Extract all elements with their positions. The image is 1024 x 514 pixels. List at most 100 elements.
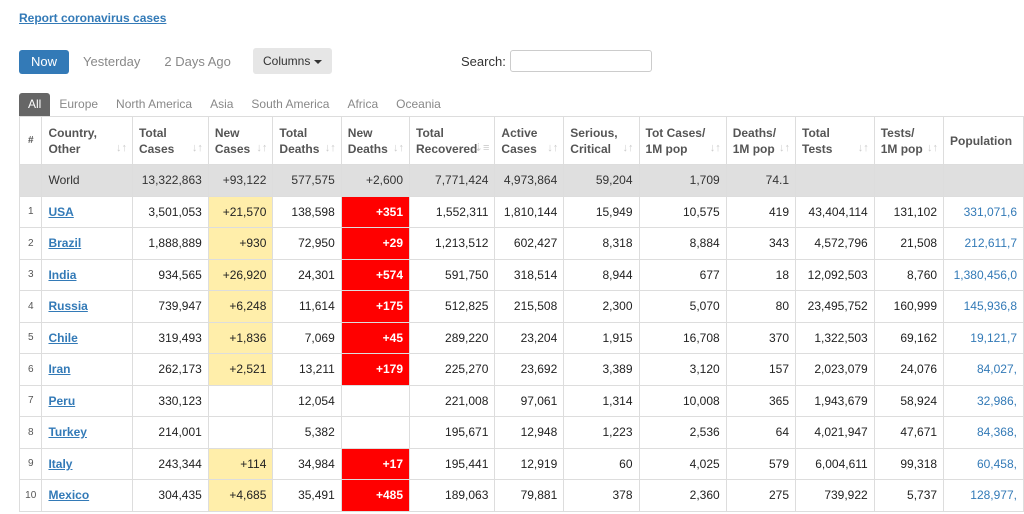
cell-population: 128,977, xyxy=(943,479,1024,512)
cell-total-tests: 4,021,947 xyxy=(795,416,875,449)
caret-down-icon xyxy=(314,59,323,64)
header-label: Cases xyxy=(138,141,175,156)
header-label: New xyxy=(214,125,240,140)
header-label: Critical xyxy=(570,141,611,156)
day-tabs: Now Yesterday 2 Days Ago xyxy=(19,50,243,74)
table-row: 2 Brazil 1,888,889 +930 72,950 +29 1,213,512 60… xyxy=(18,227,1024,260)
sort-icon[interactable]: ↓↑ xyxy=(547,140,558,156)
sort-icon[interactable]: ↓↑ xyxy=(927,140,938,156)
sort-icon[interactable]: ↓↑ xyxy=(116,140,127,156)
cell-total-recovered: 221,008 xyxy=(408,384,496,417)
tab-yesterday[interactable]: Yesterday xyxy=(71,50,152,74)
country-link[interactable]: Italy xyxy=(48,457,72,471)
sort-icon[interactable]: ↓↑ xyxy=(623,140,634,156)
header-total-cases[interactable]: Total Cases ↓↑ xyxy=(131,116,209,165)
cell-total-tests: 6,004,611 xyxy=(795,447,875,480)
cell-total-tests xyxy=(795,164,875,197)
cell-deaths-per-million: 419 xyxy=(725,195,797,228)
sort-icon[interactable]: ↓↑ xyxy=(858,140,869,156)
header-serious-critical[interactable]: Serious, Critical ↓↑ xyxy=(563,116,640,165)
header-label: Deaths xyxy=(347,141,388,156)
cell-tests-per-million: 47,671 xyxy=(873,416,945,449)
cell-deaths-per-million: 343 xyxy=(725,227,797,260)
header-population[interactable]: Population xyxy=(943,116,1024,165)
cell-rank: 10 xyxy=(18,479,43,512)
header-total-recovered[interactable]: Total Recovered ⇣≡ xyxy=(408,116,496,165)
covid-table: # Country, Other ↓↑ Total Cases ↓↑ New Cases ↓↑ To… xyxy=(18,116,1024,512)
table-row: 6 Iran 262,173 +2,521 13,211 +179 225,270 23,69… xyxy=(18,353,1024,386)
cell-tests-per-million: 5,737 xyxy=(873,479,945,512)
tab-south-america[interactable]: South America xyxy=(242,93,338,116)
cell-new-cases: +4,685 xyxy=(207,479,274,512)
cell-total-cases: 330,123 xyxy=(131,384,209,417)
cell-deaths-per-million: 80 xyxy=(725,290,797,323)
cell-total-cases: 1,888,889 xyxy=(131,227,209,260)
cell-total-tests: 739,922 xyxy=(795,479,875,512)
header-tests-per-million[interactable]: Tests/1M pop ↓↑ xyxy=(873,116,945,165)
cell-total-tests: 4,572,796 xyxy=(795,227,875,260)
header-new-deaths[interactable]: New Deaths ↓↑ xyxy=(340,116,411,165)
header-deaths-per-million[interactable]: Deaths/1M pop ↓↑ xyxy=(725,116,797,165)
header-label: 1M pop xyxy=(880,141,923,156)
cell-new-deaths: +179 xyxy=(340,353,411,386)
tab-africa[interactable]: Africa xyxy=(338,93,387,116)
cell-serious-critical: 59,204 xyxy=(563,164,640,197)
country-link[interactable]: Russia xyxy=(48,299,87,313)
header-rank[interactable]: # xyxy=(18,116,43,165)
country-link[interactable]: Turkey xyxy=(48,425,86,439)
country-link[interactable]: India xyxy=(48,268,76,282)
cell-total-recovered: 1,552,311 xyxy=(408,195,496,228)
cell-total-tests: 43,404,114 xyxy=(795,195,875,228)
header-label: Country, xyxy=(48,125,97,140)
tab-asia[interactable]: Asia xyxy=(201,93,242,116)
sort-icon[interactable]: ↓↑ xyxy=(325,140,336,156)
search-input[interactable] xyxy=(510,50,652,72)
country-link[interactable]: Brazil xyxy=(48,236,81,250)
header-country[interactable]: Country, Other ↓↑ xyxy=(41,116,133,165)
header-active-cases[interactable]: Active Cases ↓↑ xyxy=(494,116,565,165)
cell-rank: 8 xyxy=(18,416,43,449)
header-new-cases[interactable]: New Cases ↓↑ xyxy=(207,116,274,165)
cell-country: Chile xyxy=(41,321,133,354)
country-link[interactable]: USA xyxy=(48,205,73,219)
cell-deaths-per-million: 275 xyxy=(725,479,797,512)
cell-new-deaths: +485 xyxy=(340,479,411,512)
columns-button[interactable]: Columns xyxy=(253,48,333,74)
report-cases-link[interactable]: Report coronavirus cases xyxy=(19,11,166,25)
cell-rank: 5 xyxy=(18,321,43,354)
tab-now[interactable]: Now xyxy=(19,50,70,74)
country-link[interactable]: Peru xyxy=(48,394,75,408)
cell-active-cases: 12,919 xyxy=(494,447,565,480)
header-cases-per-million[interactable]: Tot Cases/1M pop ↓↑ xyxy=(638,116,727,165)
cell-new-cases xyxy=(207,384,274,417)
cell-rank: 6 xyxy=(18,353,43,386)
cell-cases-per-million: 2,360 xyxy=(638,479,727,512)
cell-active-cases: 4,973,864 xyxy=(494,164,565,197)
cell-country: Iran xyxy=(41,353,133,386)
cell-cases-per-million: 8,884 xyxy=(638,227,727,260)
tab-all[interactable]: All xyxy=(19,93,51,116)
sort-icon[interactable]: ↓↑ xyxy=(256,140,267,156)
cell-total-recovered: 195,671 xyxy=(408,416,496,449)
sort-descending-icon[interactable]: ⇣≡ xyxy=(474,140,490,156)
header-total-deaths[interactable]: Total Deaths ↓↑ xyxy=(272,116,342,165)
tab-2-days-ago[interactable]: 2 Days Ago xyxy=(152,50,243,74)
sort-icon[interactable]: ↓↑ xyxy=(393,140,404,156)
tab-oceania[interactable]: Oceania xyxy=(387,93,450,116)
country-link[interactable]: Mexico xyxy=(48,488,89,502)
tab-europe[interactable]: Europe xyxy=(50,93,107,116)
tab-north-america[interactable]: North America xyxy=(107,93,201,116)
cell-country: Peru xyxy=(41,384,133,417)
header-label: Active xyxy=(501,125,538,140)
sort-icon[interactable]: ↓↑ xyxy=(192,140,203,156)
cell-tests-per-million xyxy=(873,164,945,197)
table-row: 7 Peru 330,123 12,054 221,008 97,061 1,314 10,0… xyxy=(18,384,1024,417)
country-link[interactable]: Chile xyxy=(48,331,77,345)
cell-population: 145,936,8 xyxy=(943,290,1024,323)
sort-icon[interactable]: ↓↑ xyxy=(710,140,721,156)
cell-serious-critical: 378 xyxy=(563,479,640,512)
header-label: Deaths xyxy=(279,141,320,156)
header-total-tests[interactable]: Total Tests ↓↑ xyxy=(795,116,875,165)
sort-icon[interactable]: ↓↑ xyxy=(779,140,790,156)
country-link[interactable]: Iran xyxy=(48,362,70,376)
